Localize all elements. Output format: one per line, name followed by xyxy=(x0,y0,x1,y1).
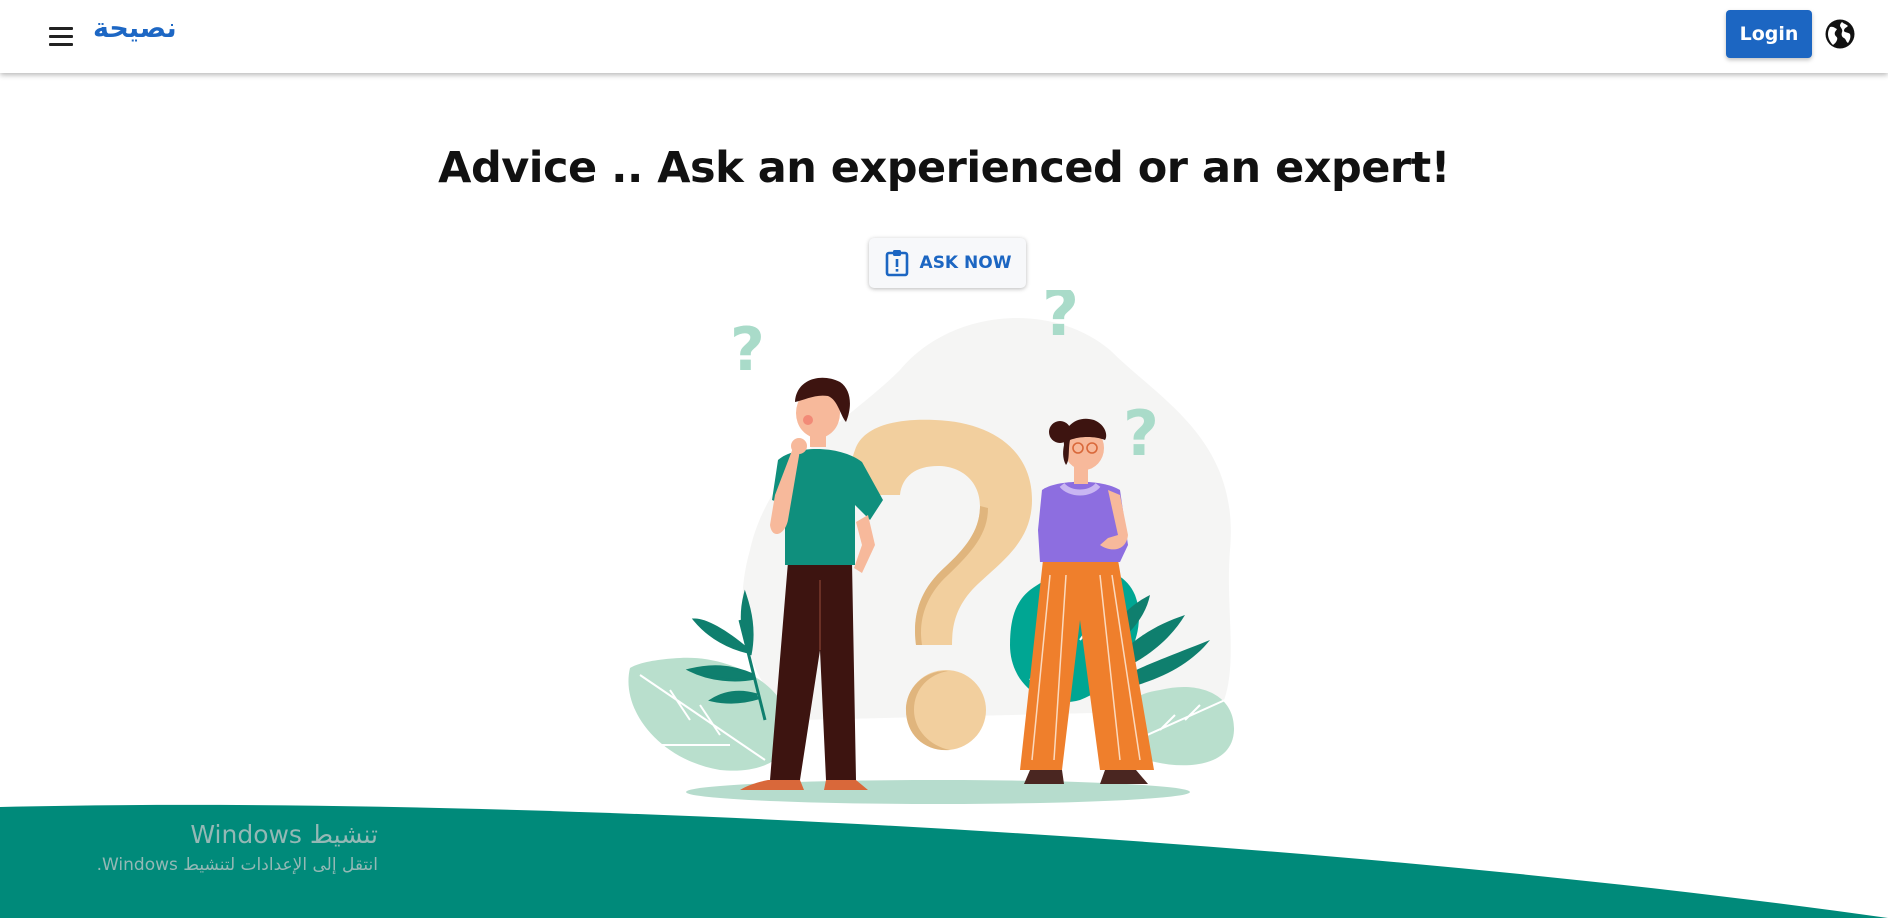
menu-icon-bar xyxy=(49,35,73,38)
woman-shoe-left xyxy=(1024,770,1064,784)
app-bar: نصيحة Login xyxy=(0,0,1888,73)
hero-headline: Advice .. Ask an experienced or an exper… xyxy=(438,143,1450,193)
woman-hair-bun xyxy=(1049,421,1071,443)
small-question-mark-left: ? xyxy=(730,315,765,385)
small-question-mark-top: ? xyxy=(1042,290,1079,351)
man-hand xyxy=(791,438,807,454)
question-people-illustration: ? ? ? xyxy=(628,290,1235,804)
menu-icon-bar xyxy=(49,43,73,46)
menu-icon xyxy=(49,27,73,30)
windows-activation-title: تنشيط Windows xyxy=(190,820,378,849)
woman-shoe-right xyxy=(1100,770,1148,784)
language-button[interactable] xyxy=(1824,18,1856,50)
clipboard-alert-icon xyxy=(885,250,908,277)
globe-icon xyxy=(1825,19,1855,49)
login-button[interactable]: Login xyxy=(1726,10,1812,58)
windows-activation-subtitle: انتقل إلى الإعدادات لتنشيط Windows. xyxy=(96,855,378,875)
small-question-mark-right: ? xyxy=(1123,397,1159,470)
ask-now-label: ASK NOW xyxy=(919,253,1012,273)
ask-now-button[interactable]: ASK NOW xyxy=(869,238,1026,288)
brand-logo[interactable]: نصيحة xyxy=(93,13,177,44)
windows-activation-watermark: تنشيط Windows انتقل إلى الإعدادات لتنشيط… xyxy=(92,820,378,875)
man-cheek xyxy=(803,415,813,425)
menu-button[interactable] xyxy=(44,20,78,54)
